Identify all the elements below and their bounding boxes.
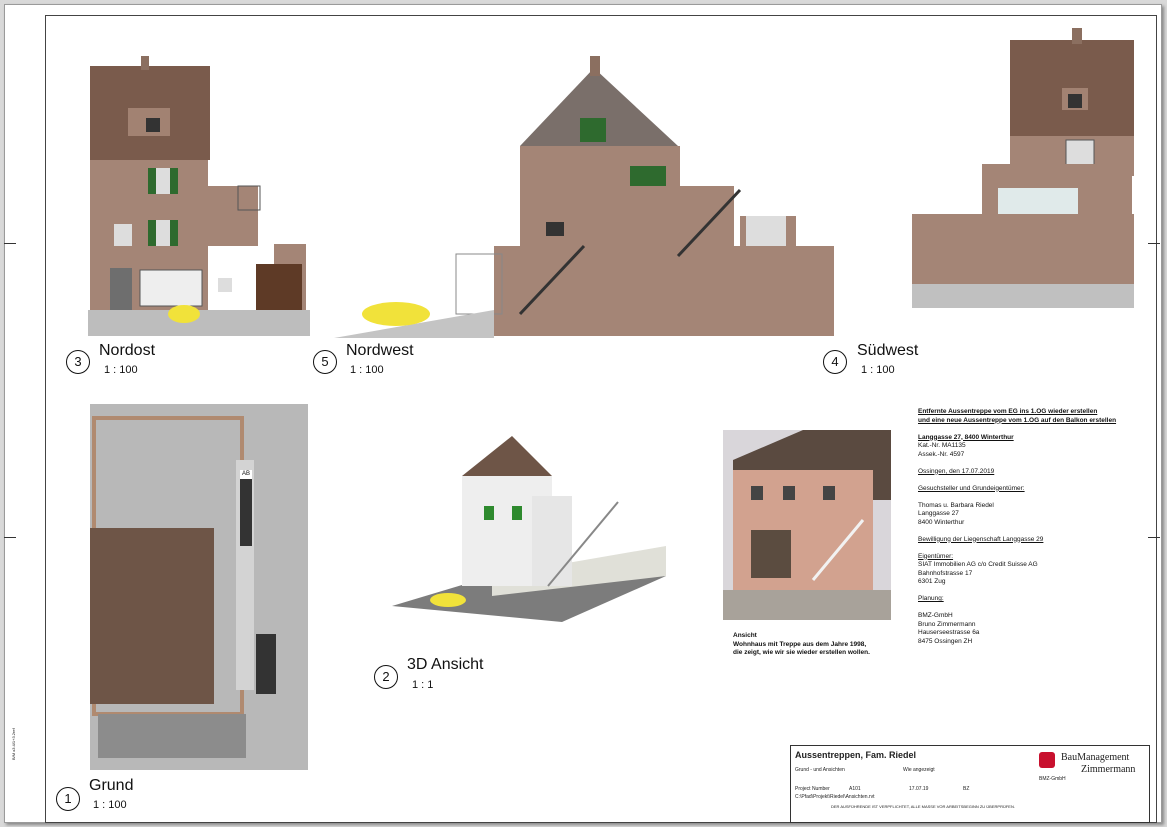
title-block: Aussentreppen, Fam. Riedel Grund - und A…: [790, 745, 1150, 823]
info-line: Bahnhofstrasse 17: [918, 569, 973, 577]
frame-tick: [4, 537, 16, 538]
info-line: SIAT Immobilien AG c/o Credit Suisse AG: [918, 561, 1038, 568]
caption-line: die zeigt, wie wir sie wieder erstellen …: [733, 649, 870, 656]
tb-disclaimer: DER AUSFÜHRENDE IST VERPFLICHTET, ALLE M…: [831, 804, 1015, 809]
view-scale-nordwest: 1 : 100: [350, 364, 384, 376]
tb-date: 17.07.19: [909, 786, 929, 792]
tb-company1: BauManagement: [1061, 752, 1130, 763]
view-title-nordwest: Nordwest: [346, 342, 414, 359]
info-subheading: Gesuchsteller und Grundeigentümer:: [918, 484, 1025, 492]
nordwest-elevation: [334, 56, 834, 338]
view-title-nordost: Nordost: [99, 342, 156, 359]
tb-scale-note: Wie angezeigt: [903, 767, 935, 773]
info-line: Langgasse 27: [918, 510, 959, 517]
info-heading: und eine neue Aussentreppe vom 1.OG auf …: [918, 416, 1117, 424]
view-title-suedwest: Südwest: [857, 342, 919, 359]
info-line: BMZ-GmbH: [918, 612, 953, 619]
side-stamp: B/M x3.4/1+3.2ref: [11, 728, 16, 760]
view-scale-nordost: 1 : 100: [104, 364, 138, 376]
view-number-circle: 1: [56, 787, 80, 811]
tb-rev: BZ: [963, 786, 970, 792]
plan-label: AB: [240, 470, 253, 479]
info-date: Ossingen, den 17.07.2019: [918, 467, 995, 475]
tb-sheet-no: A101: [849, 786, 861, 792]
nordost-elevation: [88, 56, 310, 336]
caption-line: Wohnhaus mit Treppe aus dem Jahre 1998,: [733, 640, 867, 648]
view-number-circle: 3: [66, 350, 90, 374]
info-line: 8475 Ossingen ZH: [918, 637, 973, 645]
info-line: Hauserseestrasse 6a: [918, 629, 980, 636]
info-subheading: Bewilligung der Liegenschaft Langgasse 2…: [918, 535, 1044, 543]
info-line: Kat.-Nr. MA1135: [918, 442, 966, 449]
info-address: Langgasse 27, 8400 Winterthur: [918, 433, 1014, 441]
caption-line: Ansicht: [733, 632, 757, 639]
view-title-3d: 3D Ansicht: [407, 656, 484, 673]
info-heading: Entfernte Aussentreppe vom EG ins 1.OG w…: [918, 408, 1098, 415]
frame-tick: [4, 243, 16, 244]
suedwest-elevation: [912, 28, 1134, 308]
tb-company2: Zimmermann: [1081, 764, 1136, 775]
info-subheading: Planung:: [918, 595, 944, 602]
view-number-circle: 5: [313, 350, 337, 374]
photo-caption: Ansicht Wohnhaus mit Treppe aus dem Jahr…: [733, 632, 870, 658]
company-logo-icon: [1039, 752, 1055, 768]
tb-proj-no: Project Number: [795, 786, 830, 792]
tb-company-sub: BMZ-GmbH: [1039, 776, 1066, 782]
view-scale-grund: 1 : 100: [93, 799, 127, 811]
info-line: Assek.-Nr. 4597: [918, 450, 965, 458]
tb-project: Aussentreppen, Fam. Riedel: [795, 750, 917, 760]
frame-tick: [1148, 243, 1160, 244]
info-subheading: Eigentümer:: [918, 552, 954, 560]
tb-sheet-desc: Grund - und Ansichten: [795, 767, 845, 773]
tb-path: C:\Pfad\Projekt\Riedel\Ansichten.rvt: [795, 794, 875, 800]
info-line: 8400 Winterthur: [918, 518, 965, 526]
info-line: Thomas u. Barbara Riedel: [918, 501, 994, 509]
3d-view: [392, 436, 666, 622]
view-scale-suedwest: 1 : 100: [861, 364, 895, 376]
frame-tick: [1148, 537, 1160, 538]
view-title-grund: Grund: [89, 777, 134, 794]
view-number-circle: 4: [823, 350, 847, 374]
grundriss-plan: [90, 404, 308, 770]
view-number-circle: 2: [374, 665, 398, 689]
view-scale-3d: 1 : 1: [412, 679, 434, 691]
project-info: Entfernte Aussentreppe vom EG ins 1.OG w…: [918, 408, 1144, 646]
site-photo: [723, 430, 891, 620]
info-line: 6301 Zug: [918, 578, 946, 585]
info-line: Bruno Zimmermann: [918, 620, 976, 628]
